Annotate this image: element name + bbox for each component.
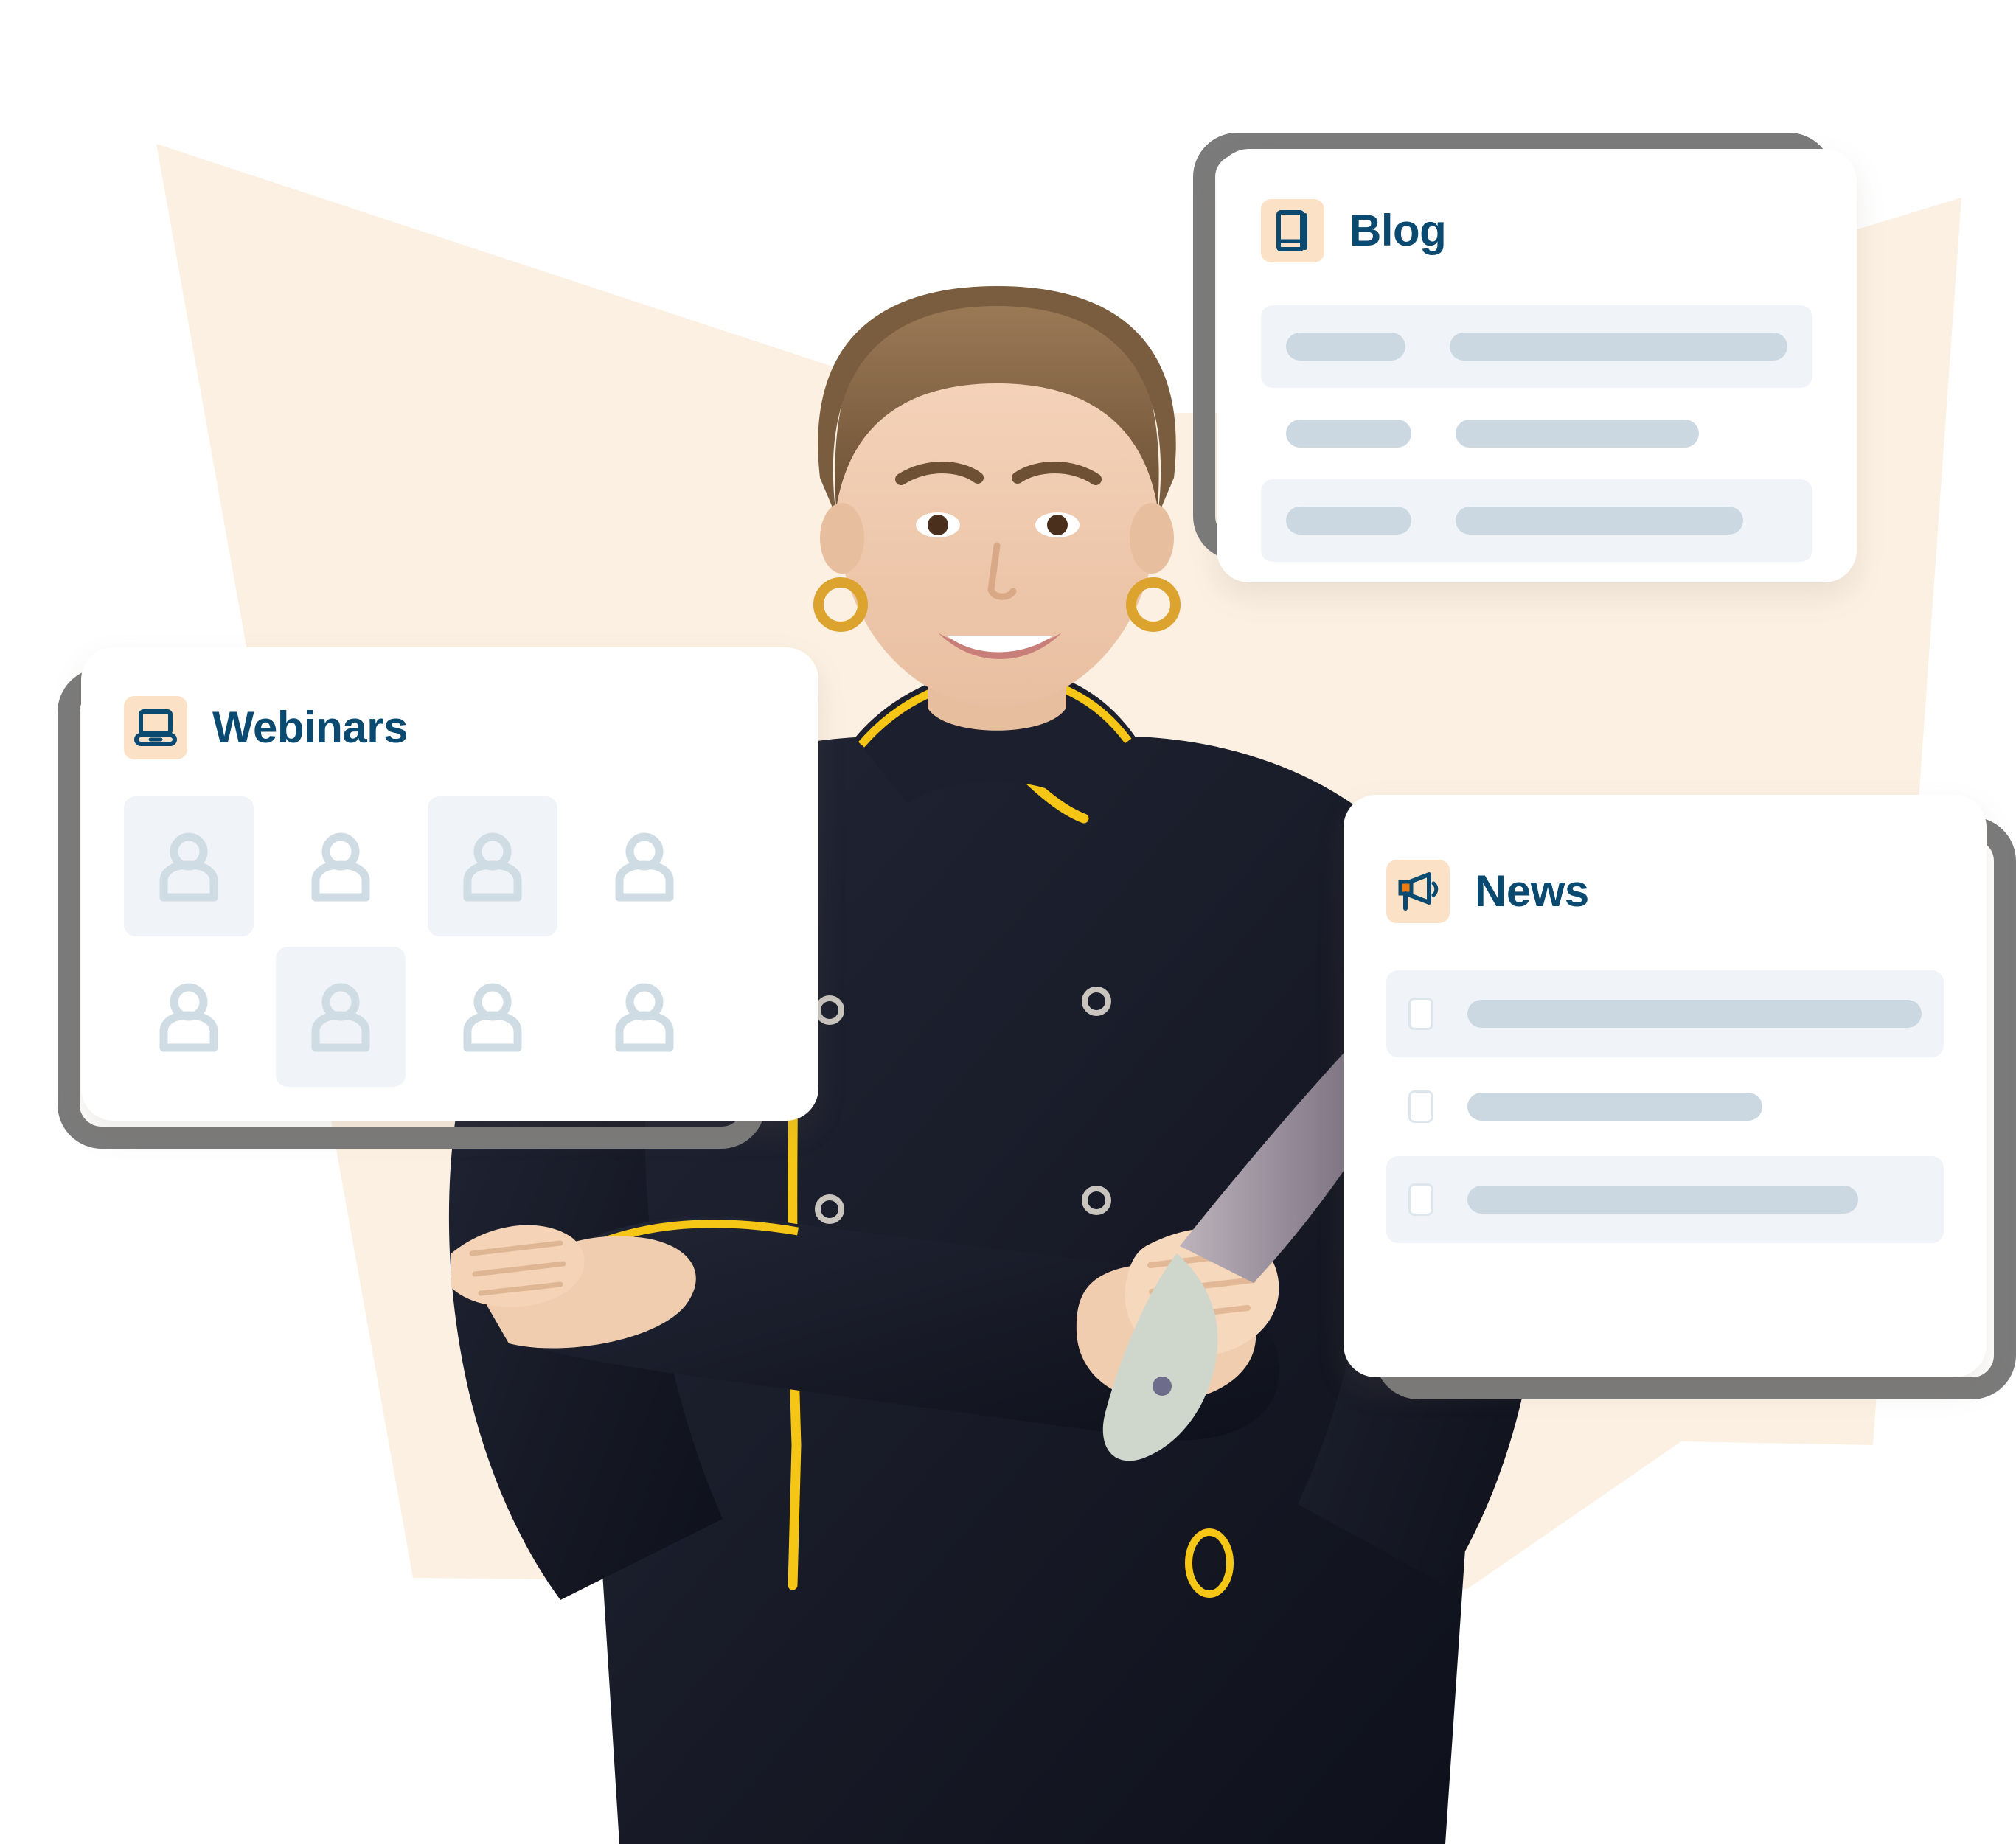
row-tag-placeholder <box>1286 333 1406 361</box>
blog-card-title: Blog <box>1349 206 1447 255</box>
user-avatar-icon <box>463 832 522 902</box>
row-line-placeholder <box>1456 420 1699 448</box>
table-row[interactable] <box>1261 305 1812 388</box>
blog-card-surface: Blog <box>1217 149 1857 582</box>
user-avatar-icon <box>311 832 370 902</box>
row-checkbox[interactable] <box>1408 1090 1433 1123</box>
webinars-card-title: Webinars <box>212 703 408 752</box>
table-row[interactable] <box>1386 1063 1944 1150</box>
news-card[interactable]: News <box>1344 795 2016 1399</box>
row-checkbox[interactable] <box>1408 1183 1433 1216</box>
row-line-placeholder <box>1450 333 1787 361</box>
table-row[interactable] <box>1261 479 1812 562</box>
blog-card[interactable]: Blog <box>1193 133 1857 582</box>
news-card-surface: News <box>1344 795 1987 1377</box>
row-line-placeholder <box>1467 1093 1762 1121</box>
webinars-card-surface: Webinars <box>81 647 818 1121</box>
row-tag-placeholder <box>1286 507 1411 535</box>
blog-card-header: Blog <box>1261 199 1812 262</box>
user-avatar-icon <box>159 983 218 1052</box>
row-line-placeholder <box>1467 1186 1858 1214</box>
webinars-attendee-grid <box>124 796 818 1087</box>
user-avatar-icon <box>615 832 674 902</box>
list-item[interactable] <box>124 947 254 1087</box>
illustration-canvas: Blog Webinars News <box>0 0 2016 1844</box>
list-item[interactable] <box>428 796 557 936</box>
row-line-placeholder <box>1456 507 1743 535</box>
list-item[interactable] <box>276 947 406 1087</box>
user-avatar-icon <box>463 983 522 1052</box>
user-avatar-icon <box>159 832 218 902</box>
news-card-header: News <box>1386 860 1944 923</box>
webinars-card[interactable]: Webinars <box>58 647 818 1149</box>
table-row[interactable] <box>1386 970 1944 1057</box>
book-icon <box>1261 199 1324 262</box>
row-checkbox[interactable] <box>1408 998 1433 1030</box>
list-item[interactable] <box>124 796 254 936</box>
list-item[interactable] <box>428 947 557 1087</box>
row-line-placeholder <box>1467 1000 1922 1028</box>
list-item[interactable] <box>276 796 406 936</box>
row-tag-placeholder <box>1286 420 1411 448</box>
list-item[interactable] <box>580 796 709 936</box>
table-row[interactable] <box>1261 392 1812 475</box>
blog-row-list <box>1261 305 1812 562</box>
news-card-title: News <box>1475 866 1589 916</box>
user-avatar-icon <box>615 983 674 1052</box>
user-avatar-icon <box>311 983 370 1052</box>
table-row[interactable] <box>1386 1156 1944 1243</box>
megaphone-icon <box>1386 860 1450 923</box>
laptop-icon <box>124 696 187 759</box>
list-item[interactable] <box>580 947 709 1087</box>
news-row-list <box>1386 970 1944 1243</box>
webinars-card-header: Webinars <box>124 696 818 759</box>
